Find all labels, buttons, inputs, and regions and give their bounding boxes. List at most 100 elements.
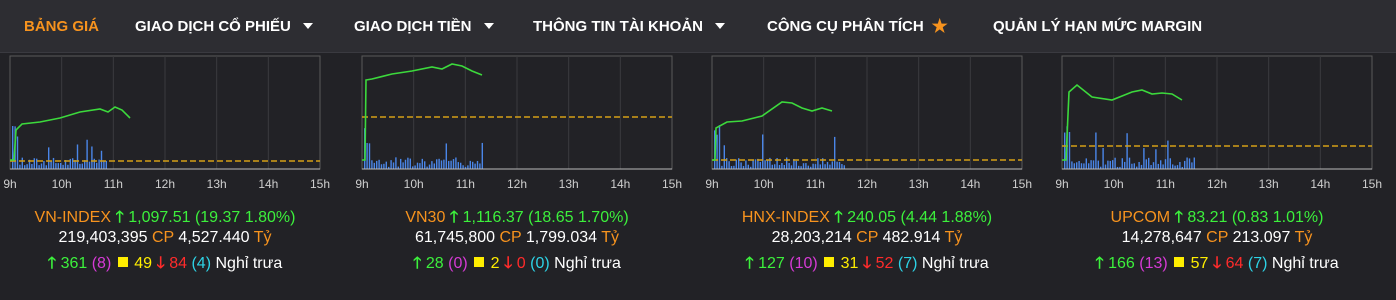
volume-bar <box>448 160 450 169</box>
market-status: Nghỉ trưa <box>554 255 621 272</box>
intraday-chart[interactable]: 9h 10h 11h 12h 13h 14h 15h <box>352 52 682 200</box>
arrow-up-icon: 🡑 <box>449 209 459 226</box>
unchanged-square-icon <box>824 257 835 267</box>
volume-bar <box>366 143 368 169</box>
x-tick-label: 13h <box>207 177 227 191</box>
volume-bar <box>1148 157 1150 169</box>
volume-bar <box>409 158 411 169</box>
volume-bar <box>383 163 385 169</box>
x-tick-label: 9h <box>1055 177 1068 191</box>
arrow-down-icon: 🡓 <box>156 255 165 272</box>
index-value: 240.05 <box>847 209 897 226</box>
nav-thong-tin-tai-khoan[interactable]: THÔNG TIN TÀI KHOẢN <box>533 0 725 52</box>
volume-bar <box>728 161 730 169</box>
volume-bar <box>445 143 447 169</box>
volume-bar <box>60 162 62 169</box>
volume-bar <box>817 158 819 169</box>
arrow-up-icon: 🡑 <box>413 255 422 272</box>
nav-giao-dich-tien[interactable]: GIAO DỊCH TIỀN <box>354 0 494 52</box>
nav-label: THÔNG TIN TÀI KHOẢN <box>533 17 703 35</box>
arrow-up-icon: 🡑 <box>47 255 57 272</box>
volume-bar <box>400 158 402 169</box>
volume-bar <box>1193 157 1195 169</box>
x-tick-label: 15h <box>1362 177 1382 191</box>
nav-giao-dich-co-phieu[interactable]: GIAO DỊCH CỔ PHIẾU <box>135 0 313 52</box>
x-tick-label: 15h <box>310 177 330 191</box>
index-name[interactable]: VN-INDEX <box>35 209 111 226</box>
volume-bar <box>380 164 383 169</box>
volume-bar <box>96 162 98 169</box>
volume-bar <box>1064 132 1066 169</box>
nav-label: GIAO DỊCH TIỀN <box>354 17 472 35</box>
volume-bar <box>1097 160 1099 169</box>
volume-bar <box>431 161 433 169</box>
volume-bar <box>716 134 718 169</box>
x-tick-label: 11h <box>104 177 123 191</box>
volume-bar <box>52 157 55 169</box>
arrow-up-icon: 🡑 <box>834 209 843 226</box>
volume-bar <box>72 158 74 169</box>
volume-bar <box>402 162 404 169</box>
volume-bar <box>1179 162 1181 169</box>
volume-bar <box>747 164 749 169</box>
volume-bar <box>1133 163 1135 169</box>
nav-label: GIAO DỊCH CỔ PHIẾU <box>135 17 291 35</box>
unchanged-count: 49 <box>134 255 152 272</box>
volume-bar <box>91 146 93 169</box>
intraday-chart[interactable]: 9h 10h 11h 12h 13h 14h 15h <box>702 52 1032 200</box>
volume-bar <box>829 164 831 169</box>
volume-bar <box>438 158 440 169</box>
intraday-chart[interactable]: 9h 10h 11h 12h 13h 14h 15h <box>0 52 330 200</box>
star-icon: ★ <box>931 16 948 36</box>
index-name[interactable]: VN30 <box>405 209 445 226</box>
x-tick-label: 14h <box>258 177 278 191</box>
trading-value: 4,527.440 <box>178 229 250 246</box>
x-tick-label: 9h <box>3 177 16 191</box>
x-tick-label: 11h <box>456 177 475 191</box>
index-name[interactable]: UPCOM <box>1111 209 1171 226</box>
x-tick-label: 13h <box>909 177 929 191</box>
trading-volume: 14,278,647 <box>1121 229 1202 246</box>
nav-bang-gia[interactable]: BẢNG GIÁ <box>24 0 99 52</box>
index-name[interactable]: HNX-INDEX <box>742 209 830 226</box>
trading-value: 213.097 <box>1232 229 1291 246</box>
volume-bar <box>19 164 21 169</box>
trading-volume-line: 14,278,647 CP 213.097 Tỷ <box>1052 229 1382 247</box>
nav-quan-ly-han-muc-margin[interactable]: QUẢN LÝ HẠN MỨC MARGIN <box>993 0 1202 52</box>
ceiling-count: (8) <box>91 255 112 272</box>
nav-cong-cu-phan-tich[interactable]: CÔNG CỤ PHÂN TÍCH ★ <box>767 0 948 52</box>
volume-bar <box>40 163 43 169</box>
unchanged-square-icon <box>474 257 485 267</box>
x-tick-label: 10h <box>404 177 424 191</box>
ceiling-count: (10) <box>789 255 818 272</box>
volume-bar <box>831 161 833 169</box>
volume-bar <box>1150 164 1152 169</box>
volume-bar <box>1145 159 1147 169</box>
volume-bar <box>1071 161 1073 169</box>
volume-bar <box>436 159 438 169</box>
volume-bar <box>1164 159 1167 169</box>
volume-bar <box>781 163 783 169</box>
advances-count: 361 <box>60 255 88 272</box>
volume-bar <box>1157 163 1159 169</box>
volume-bar <box>12 126 14 169</box>
volume-bar <box>57 163 59 169</box>
volume-bar <box>479 163 481 169</box>
volume-bar <box>762 134 764 169</box>
cp-label: CP <box>1206 229 1229 246</box>
market-status: Nghỉ trưa <box>1271 255 1339 272</box>
volume-bar <box>45 165 47 169</box>
x-tick-label: 11h <box>806 177 825 191</box>
volume-bar <box>834 136 836 169</box>
volume-bar <box>26 164 28 169</box>
volume-bar <box>1114 157 1116 169</box>
x-tick-label: 13h <box>1259 177 1279 191</box>
unit-label: Tỷ <box>601 229 620 246</box>
unit-label: Tỷ <box>1294 229 1313 246</box>
index-change: (0.83 1.01%) <box>1231 209 1324 226</box>
intraday-chart[interactable]: 9h 10h 11h 12h 13h 14h 15h <box>1052 52 1382 200</box>
volume-bar <box>38 165 40 169</box>
volume-bar <box>481 142 483 169</box>
volume-bar <box>1172 164 1174 169</box>
volume-bar <box>1169 158 1171 169</box>
